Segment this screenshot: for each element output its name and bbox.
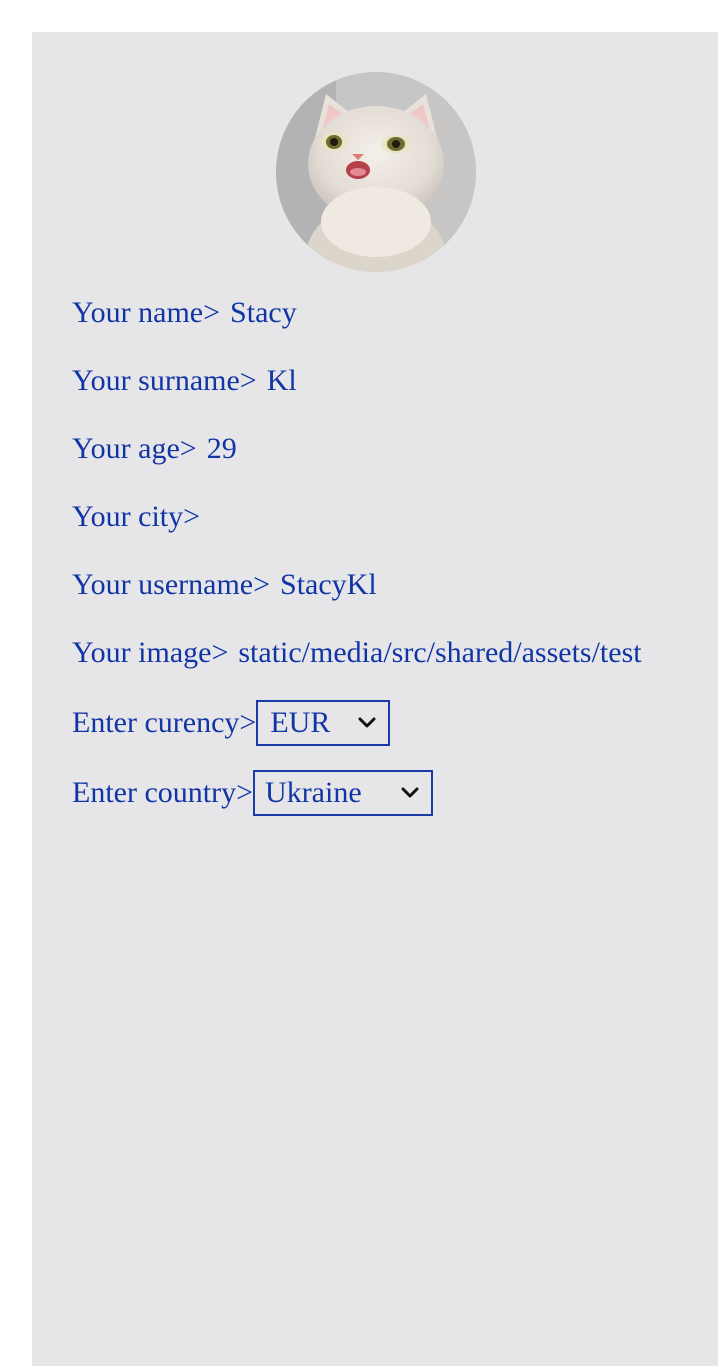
username-row: Your username> StacyKl bbox=[72, 568, 377, 602]
country-label: Enter country> bbox=[72, 776, 254, 809]
currency-select[interactable]: EUR bbox=[256, 700, 391, 746]
name-label: Your name> bbox=[72, 296, 221, 329]
chevron-down-icon bbox=[358, 717, 376, 728]
currency-selected-value: EUR bbox=[270, 706, 331, 739]
chevron-down-icon bbox=[401, 787, 419, 798]
surname-value: Kl bbox=[266, 364, 297, 397]
age-row: Your age> 29 bbox=[72, 432, 237, 466]
city-label: Your city> bbox=[72, 500, 201, 533]
image-value: static/media/src/shared/assets/test bbox=[238, 636, 642, 669]
cat-photo-icon bbox=[276, 72, 476, 272]
age-value: 29 bbox=[206, 432, 237, 465]
username-label: Your username> bbox=[72, 568, 271, 601]
currency-label: Enter curency> bbox=[72, 706, 257, 739]
name-row: Your name> Stacy bbox=[72, 296, 297, 330]
surname-row: Your surname> Kl bbox=[72, 364, 297, 398]
image-label: Your image> bbox=[72, 636, 229, 669]
surname-label: Your surname> bbox=[72, 364, 257, 397]
currency-row: Enter curency> EUR bbox=[72, 700, 391, 746]
city-row: Your city> bbox=[72, 500, 210, 534]
country-row: Enter country> Ukraine bbox=[72, 770, 434, 816]
country-select[interactable]: Ukraine bbox=[253, 770, 434, 816]
country-selected-value: Ukraine bbox=[265, 776, 362, 809]
avatar bbox=[276, 72, 476, 272]
name-value: Stacy bbox=[230, 296, 297, 329]
profile-card: Your name> Stacy Your surname> Kl Your a… bbox=[32, 32, 718, 1366]
age-label: Your age> bbox=[72, 432, 197, 465]
username-value: StacyKl bbox=[280, 568, 377, 601]
image-row: Your image> static/media/src/shared/asse… bbox=[72, 636, 642, 670]
